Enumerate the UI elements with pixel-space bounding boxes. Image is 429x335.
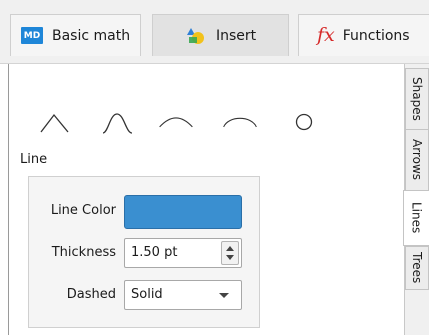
line-color-label: Line Color: [50, 203, 116, 218]
side-tab-lines[interactable]: Lines: [403, 190, 429, 246]
half-arc-shape-icon[interactable]: [222, 108, 258, 136]
line-shape-palette: [38, 108, 318, 136]
thickness-label: Thickness: [51, 245, 116, 260]
line-color-button[interactable]: [124, 195, 242, 229]
dashed-value: Solid: [131, 287, 163, 302]
bell-arc-shape-icon[interactable]: [100, 108, 136, 136]
side-tab-arrows-label: Arrows: [410, 139, 424, 181]
side-tab-trees-label: Trees: [410, 252, 424, 284]
line-section-title: Line: [20, 152, 48, 167]
tab-insert[interactable]: Insert: [152, 14, 289, 56]
fx-icon: fx: [317, 24, 335, 46]
tab-functions-label: Functions: [342, 27, 410, 44]
shapes-insert-icon: [187, 27, 204, 44]
caret-shape-icon[interactable]: [38, 108, 74, 136]
tab-basic-math-label: Basic math: [52, 27, 131, 44]
thickness-spinbox[interactable]: 1.50 pt: [124, 238, 242, 268]
side-tab-bar: Shapes Arrows Lines Trees: [403, 64, 429, 335]
thickness-value: 1.50 pt: [131, 245, 178, 260]
side-tab-shapes[interactable]: Shapes: [405, 68, 429, 130]
dashed-label: Dashed: [66, 287, 116, 302]
dashed-select[interactable]: Solid: [124, 280, 242, 310]
arc-shape-icon[interactable]: [158, 108, 194, 136]
side-tab-lines-label: Lines: [409, 202, 424, 234]
circle-shape-icon[interactable]: [288, 108, 324, 136]
top-tab-bar: MD Basic math Insert fx Functions: [0, 0, 429, 64]
tab-functions[interactable]: fx Functions: [298, 14, 429, 56]
chevron-down-icon[interactable]: [219, 293, 229, 298]
tab-basic-math[interactable]: MD Basic math: [10, 14, 141, 56]
stepper-down-icon[interactable]: [226, 255, 234, 260]
side-tab-trees[interactable]: Trees: [405, 246, 429, 290]
tab-insert-label: Insert: [216, 27, 257, 44]
md-icon: MD: [21, 27, 43, 44]
thickness-stepper[interactable]: [221, 241, 239, 265]
side-tab-arrows[interactable]: Arrows: [405, 129, 429, 191]
stepper-up-icon[interactable]: [226, 246, 234, 251]
side-tab-shapes-label: Shapes: [410, 77, 424, 121]
